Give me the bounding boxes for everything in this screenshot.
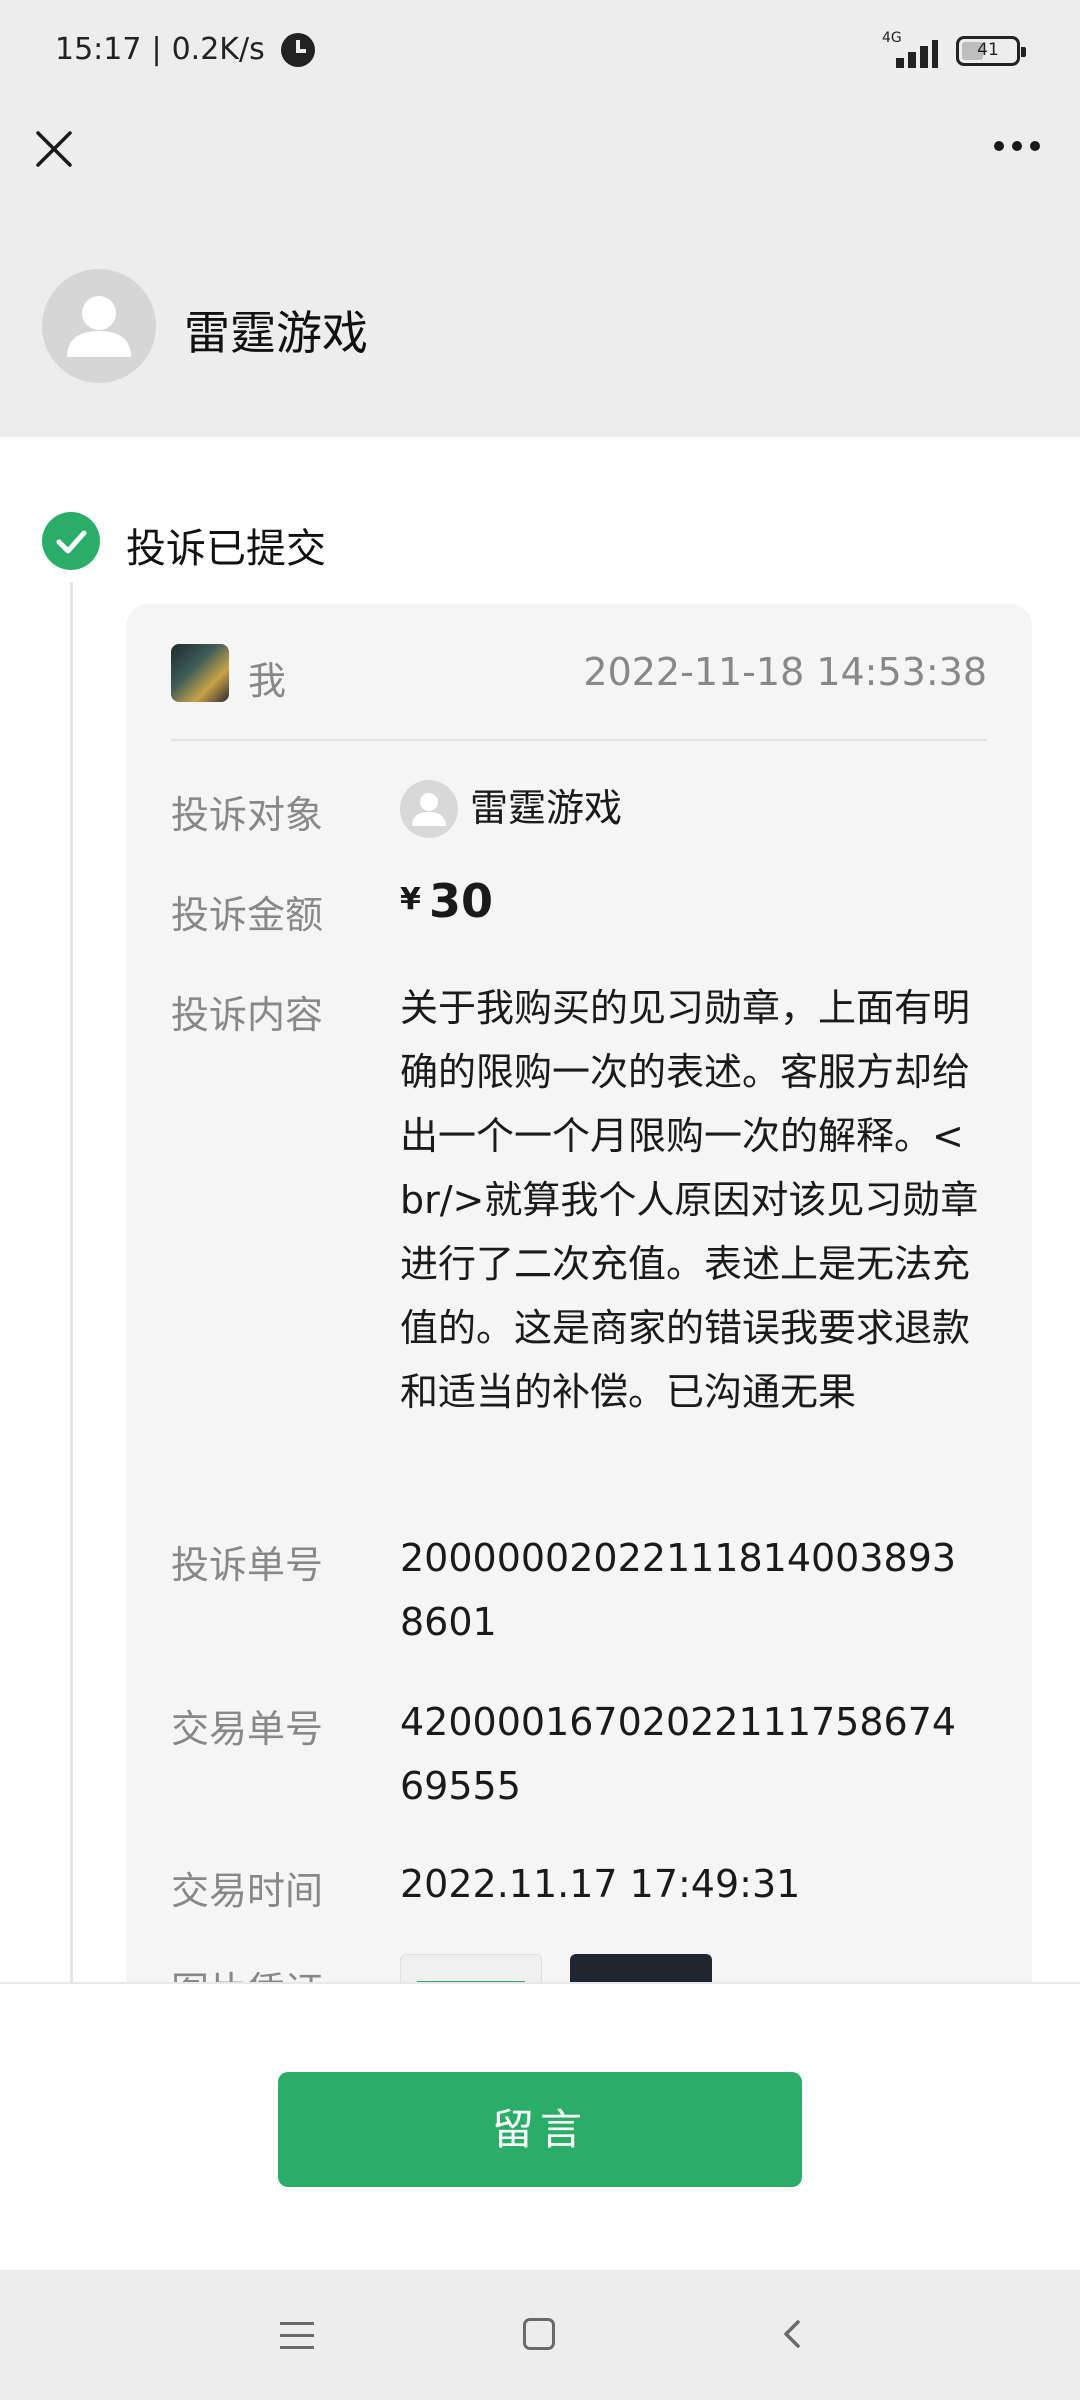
timeline-line (70, 582, 73, 1982)
system-nav-bar (0, 2270, 1080, 2400)
user-avatar (171, 644, 229, 702)
status-left: 15:17 | 0.2K/s (55, 32, 315, 67)
menu-icon[interactable] (280, 2322, 314, 2350)
trade-no-label: 交易单号 (171, 1707, 324, 1751)
target-label: 投诉对象 (171, 793, 324, 837)
divider (171, 739, 987, 741)
amount-currency: ¥ (400, 882, 421, 917)
content-value: 关于我购买的见习勋章，上面有明确的限购一次的表述。客服方却给出一个一个月限购一次… (400, 986, 979, 1414)
author-label: 我 (248, 659, 287, 703)
nav-bar (0, 105, 1080, 215)
status-right: 4G 41 (882, 30, 1026, 68)
status-time: 15:17 (55, 32, 142, 67)
close-icon[interactable] (30, 125, 78, 173)
trade-time-value: 2022.11.17 17:49:31 (400, 1862, 801, 1906)
signal-icon: 4G (882, 30, 938, 68)
amount-label: 投诉金额 (171, 893, 324, 937)
status-bar: 15:17 | 0.2K/s 4G 41 (0, 0, 1080, 105)
avatar-icon (42, 269, 156, 383)
merchant-header: 雷霆游戏 (0, 215, 1080, 437)
complaint-timestamp: 2022-11-18 14:53:38 (583, 650, 987, 694)
network-speed: 0.2K/s (171, 32, 265, 67)
message-button[interactable]: 留言 (278, 2072, 802, 2187)
merchant-name: 雷霆游戏 (184, 306, 368, 360)
target-value: 雷霆游戏 (470, 786, 623, 830)
back-icon[interactable] (772, 2314, 812, 2354)
home-icon[interactable] (523, 2318, 555, 2350)
battery-level: 41 (977, 40, 999, 60)
bottom-action-bar: 留言 (0, 1982, 1080, 2270)
status-separator: | (151, 32, 162, 67)
complaint-status: 投诉已提交 (126, 526, 326, 572)
battery-icon: 41 (956, 36, 1026, 66)
network-type: 4G (882, 30, 902, 46)
alarm-icon (280, 32, 315, 67)
complaint-card: 我 2022-11-18 14:53:38 投诉对象 雷霆游戏 投诉金额 ¥ 3… (126, 604, 1032, 2104)
trade-no-value: 4200001670202211175867469555 (400, 1700, 957, 1808)
complaint-no-label: 投诉单号 (171, 1543, 324, 1587)
complaint-no-value: 200000020221118140038938601 (400, 1536, 957, 1644)
check-circle-icon (42, 512, 100, 570)
more-icon[interactable] (994, 141, 1040, 151)
trade-time-label: 交易时间 (171, 1869, 324, 1913)
amount-value: 30 (429, 874, 494, 928)
content-label: 投诉内容 (171, 993, 324, 1037)
merchant-avatar-icon (400, 780, 458, 838)
